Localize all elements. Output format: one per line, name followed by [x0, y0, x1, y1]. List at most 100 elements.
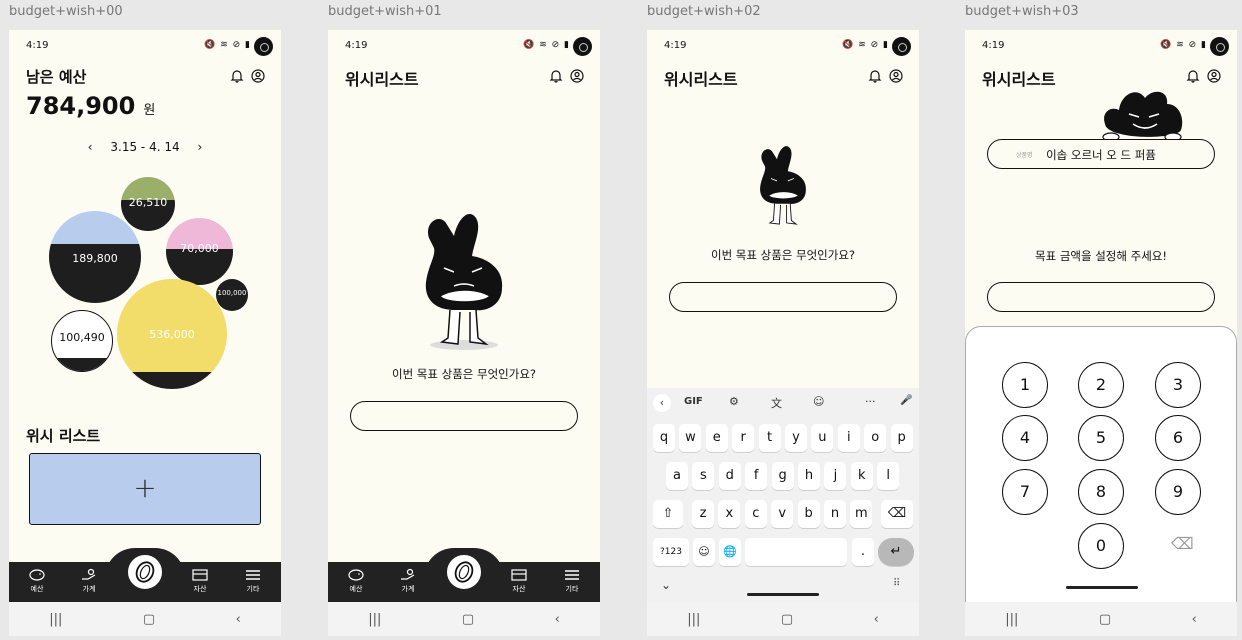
prev-period-icon[interactable]: ‹ [88, 140, 93, 154]
nav-more[interactable]: 기타 [233, 568, 273, 594]
nav-household[interactable]: 가계 [388, 568, 428, 594]
key-t[interactable]: t [758, 424, 781, 452]
key-h[interactable]: h [798, 462, 820, 490]
microphone-icon[interactable]: 🎤 [900, 395, 912, 406]
bell-icon[interactable] [549, 69, 563, 83]
key-s[interactable]: s [692, 462, 715, 490]
sticker-icon[interactable]: ☺ [813, 395, 824, 408]
language-key[interactable]: 🌐 [719, 538, 741, 566]
amount-input[interactable] [987, 282, 1215, 312]
key-n[interactable]: n [824, 500, 846, 528]
add-wish-button[interactable]: + [29, 453, 261, 525]
budget-bubble[interactable]: 100,490 [51, 310, 113, 372]
numpad-key-1[interactable]: 1 [1002, 362, 1048, 408]
key-c[interactable]: c [744, 500, 767, 528]
key-y[interactable]: y [785, 424, 807, 452]
back-icon[interactable]: ‹ [1192, 612, 1197, 627]
key-g[interactable]: g [771, 462, 794, 490]
enter-key[interactable]: ↵ [878, 538, 914, 566]
profile-icon[interactable] [251, 69, 265, 83]
numpad-key-3[interactable]: 3 [1155, 362, 1201, 408]
more-options-icon[interactable]: ··· [865, 395, 876, 408]
key-p[interactable]: p [890, 424, 913, 452]
key-b[interactable]: b [797, 500, 820, 528]
settings-icon[interactable]: ⚙ [729, 395, 739, 408]
home-icon[interactable]: ▢ [781, 612, 793, 627]
numpad-key-5[interactable]: 5 [1078, 415, 1124, 461]
next-period-icon[interactable]: › [197, 140, 202, 154]
budget-bubble[interactable]: 536,000 [117, 279, 227, 389]
key-a[interactable]: a [666, 462, 688, 490]
hide-keyboard-icon[interactable]: ⌄ [661, 578, 671, 592]
status-time: 4:19 [345, 40, 368, 51]
numpad-key-2[interactable]: 2 [1078, 362, 1124, 408]
back-icon[interactable]: ‹ [874, 612, 879, 627]
key-j[interactable]: j [824, 462, 847, 490]
symbols-key[interactable]: ?123 [653, 538, 689, 566]
wish-name-input[interactable] [669, 282, 897, 312]
nav-assets[interactable]: 자산 [499, 568, 539, 594]
home-icon[interactable]: ▢ [462, 612, 474, 627]
nav-more[interactable]: 기타 [552, 568, 592, 594]
shift-key[interactable]: ⇧ [653, 500, 683, 528]
key-w[interactable]: w [679, 424, 702, 452]
status-bar: 4:19 🔇 ≋ ⊘ ▮ [26, 37, 273, 56]
key-k[interactable]: k [850, 462, 873, 490]
emoji-key[interactable]: ☺ [693, 538, 715, 566]
page-title: 위시리스트 [345, 70, 419, 89]
back-icon[interactable]: ‹ [236, 612, 241, 627]
gif-button[interactable]: GIF [684, 396, 703, 407]
recent-apps-icon[interactable]: ||| [368, 612, 381, 627]
numpad-key-7[interactable]: 7 [1002, 469, 1048, 515]
home-icon[interactable]: ▢ [1099, 612, 1111, 627]
center-coin-button[interactable] [444, 552, 484, 592]
nav-household[interactable]: 가계 [69, 568, 109, 594]
product-name-field[interactable]: 상품명 이솝 오르너 오 드 퍼퓸 [987, 139, 1215, 169]
key-e[interactable]: e [705, 424, 728, 452]
key-f[interactable]: f [745, 462, 768, 490]
back-icon[interactable]: ‹ [555, 612, 560, 627]
bubble-value: 100,490 [59, 331, 105, 344]
toolbar-collapse-icon[interactable]: ‹ [653, 394, 671, 412]
key-o[interactable]: o [864, 424, 887, 452]
numpad-backspace-icon[interactable]: ⌫ [1171, 534, 1194, 553]
period-key[interactable]: . [852, 538, 874, 566]
wish-name-input[interactable] [350, 401, 578, 431]
numpad-key-0[interactable]: 0 [1078, 523, 1124, 569]
key-q[interactable]: q [653, 424, 675, 452]
nav-budget[interactable]: 예산 [17, 568, 57, 594]
bell-icon[interactable] [230, 69, 244, 83]
key-i[interactable]: i [837, 424, 860, 452]
home-icon[interactable]: ▢ [143, 612, 155, 627]
key-m[interactable]: m [850, 500, 873, 528]
nav-assets[interactable]: 자산 [180, 568, 220, 594]
recent-apps-icon[interactable]: ||| [687, 612, 700, 627]
budget-bubble[interactable]: 70,000 [166, 218, 233, 285]
profile-icon[interactable] [570, 69, 584, 83]
status-bar: 4:19 🔇 ≋ ⊘ ▮ [345, 37, 592, 56]
wish-question: 이번 목표 상품은 무엇인가요? [391, 367, 537, 381]
nav-budget[interactable]: 예산 [336, 568, 376, 594]
numpad-key-8[interactable]: 8 [1078, 469, 1124, 515]
key-x[interactable]: x [718, 500, 741, 528]
numpad-key-9[interactable]: 9 [1155, 469, 1201, 515]
bell-icon[interactable] [1186, 69, 1200, 83]
numpad-key-6[interactable]: 6 [1155, 415, 1201, 461]
key-r[interactable]: r [732, 424, 755, 452]
translate-icon[interactable]: 文 [771, 395, 782, 411]
profile-icon[interactable] [1207, 69, 1221, 83]
key-d[interactable]: d [718, 462, 741, 490]
bell-icon[interactable] [868, 69, 882, 83]
profile-icon[interactable] [889, 69, 903, 83]
key-z[interactable]: z [692, 500, 714, 528]
recent-apps-icon[interactable]: ||| [49, 612, 62, 627]
numpad-key-4[interactable]: 4 [1002, 415, 1048, 461]
key-v[interactable]: v [771, 500, 794, 528]
backspace-key[interactable]: ⌫ [881, 500, 913, 528]
space-key[interactable] [745, 538, 847, 566]
recent-apps-icon[interactable]: ||| [1005, 612, 1018, 627]
center-coin-button[interactable] [125, 552, 165, 592]
key-u[interactable]: u [811, 424, 834, 452]
key-l[interactable]: l [877, 462, 900, 490]
keyboard-grid-icon[interactable]: ⠿ [893, 578, 900, 589]
